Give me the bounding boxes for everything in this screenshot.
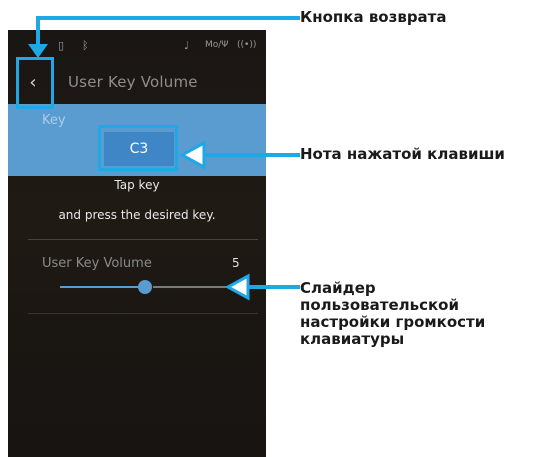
- annotation-slider-4: клавиатуры: [300, 330, 405, 348]
- callout-arrows: [28, 16, 300, 301]
- annotation-back-button: Кнопка возврата: [300, 8, 447, 26]
- annotation-slider-1: Слайдер: [300, 279, 376, 297]
- back-arrow-head: [28, 44, 48, 58]
- note-arrow-head: [178, 140, 206, 170]
- slider-arrow-head: [224, 273, 250, 301]
- annotation-note-key: Нота нажатой клавиши: [300, 145, 505, 163]
- back-arrow-line: [36, 16, 300, 48]
- annotation-slider-3: настройки громкости: [300, 313, 486, 331]
- annotation-slider-2: пользовательской: [300, 296, 460, 314]
